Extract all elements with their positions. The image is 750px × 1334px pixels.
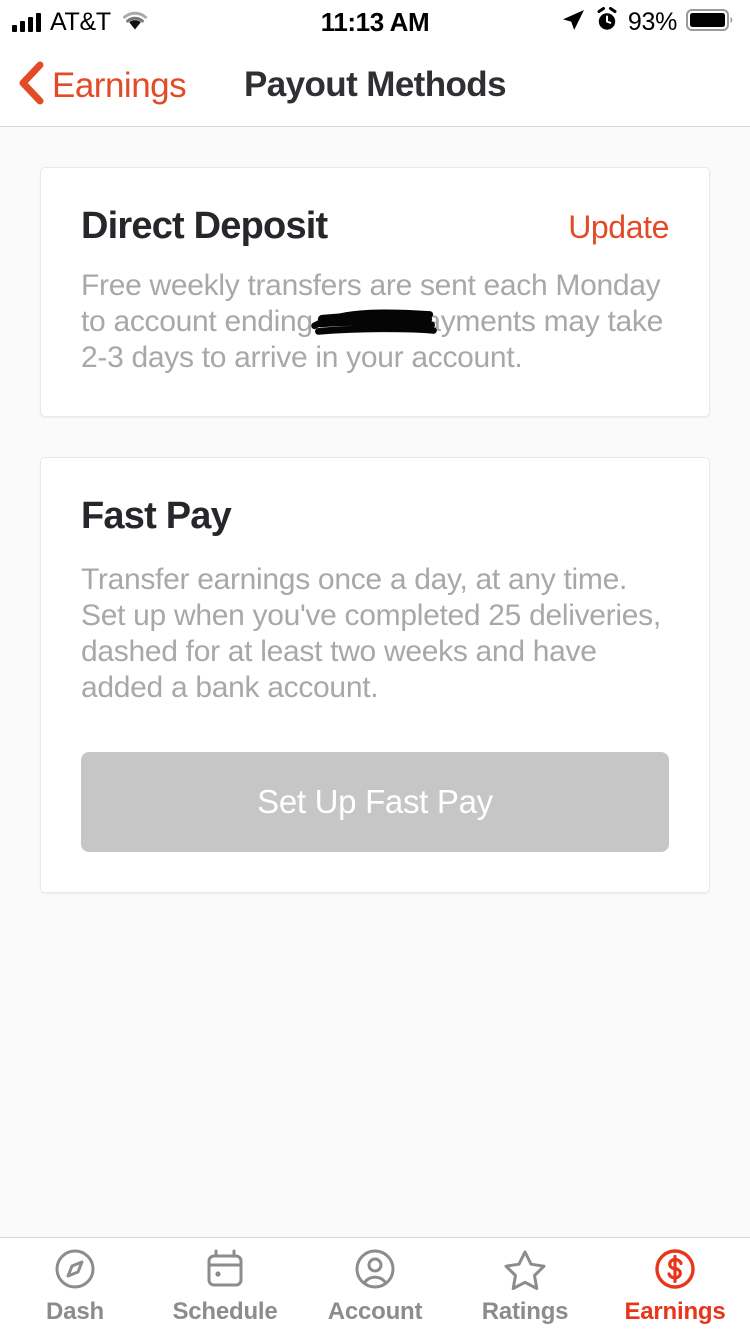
direct-deposit-description: Free weekly transfers are sent each Mond…	[81, 268, 669, 376]
wifi-icon	[120, 9, 150, 36]
fast-pay-card: Fast Pay Transfer earnings once a day, a…	[40, 456, 710, 893]
tab-dash-label: Dash	[46, 1298, 104, 1325]
app-root: AT&T 11:13 AM 93% Earnings Payout Method…	[0, 0, 750, 1334]
tab-earnings-label: Earnings	[624, 1298, 726, 1325]
status-bar: AT&T 11:13 AM 93%	[0, 0, 750, 44]
dollar-circle-icon	[652, 1246, 698, 1292]
user-circle-icon	[352, 1246, 398, 1292]
tab-ratings-label: Ratings	[481, 1298, 569, 1325]
status-bar-left: AT&T	[12, 8, 150, 37]
battery-full-icon	[686, 8, 734, 37]
back-button-label: Earnings	[52, 65, 187, 105]
direct-deposit-card: Direct Deposit Update Free weekly transf…	[40, 167, 710, 417]
status-bar-right: 93%	[560, 6, 734, 38]
back-button[interactable]: Earnings	[16, 60, 187, 111]
tab-ratings[interactable]: Ratings	[450, 1246, 600, 1326]
direct-deposit-header: Direct Deposit Update	[81, 205, 669, 248]
fast-pay-title: Fast Pay	[81, 494, 232, 537]
fast-pay-description: Transfer earnings once a day, at any tim…	[81, 562, 661, 704]
battery-percent-label: 93%	[627, 7, 677, 36]
location-arrow-icon	[560, 7, 586, 38]
chevron-left-icon	[16, 60, 46, 111]
main-content: Direct Deposit Update Free weekly transf…	[0, 127, 750, 1237]
direct-deposit-title: Direct Deposit	[81, 205, 328, 247]
cellular-signal-icon	[12, 12, 41, 32]
tab-earnings[interactable]: Earnings	[600, 1246, 750, 1326]
tab-schedule-label: Schedule	[172, 1298, 278, 1325]
calendar-icon	[202, 1246, 248, 1292]
fast-pay-header: Fast Pay	[81, 494, 669, 538]
bottom-tab-bar: Dash Schedule Account Ratings Earnings	[0, 1237, 750, 1334]
tab-account-label: Account	[327, 1298, 423, 1325]
redacted-account-number: ████	[311, 304, 437, 340]
nav-bar: Earnings Payout Methods	[0, 44, 750, 127]
star-outline-icon	[502, 1246, 548, 1292]
carrier-label: AT&T	[50, 7, 111, 36]
tab-account[interactable]: Account	[300, 1246, 450, 1326]
tab-dash[interactable]: Dash	[0, 1246, 150, 1326]
alarm-clock-icon	[595, 6, 619, 38]
compass-icon	[52, 1246, 98, 1292]
set-up-fast-pay-button[interactable]: Set Up Fast Pay	[81, 751, 669, 852]
update-link[interactable]: Update	[568, 209, 669, 246]
tab-schedule[interactable]: Schedule	[150, 1246, 300, 1326]
